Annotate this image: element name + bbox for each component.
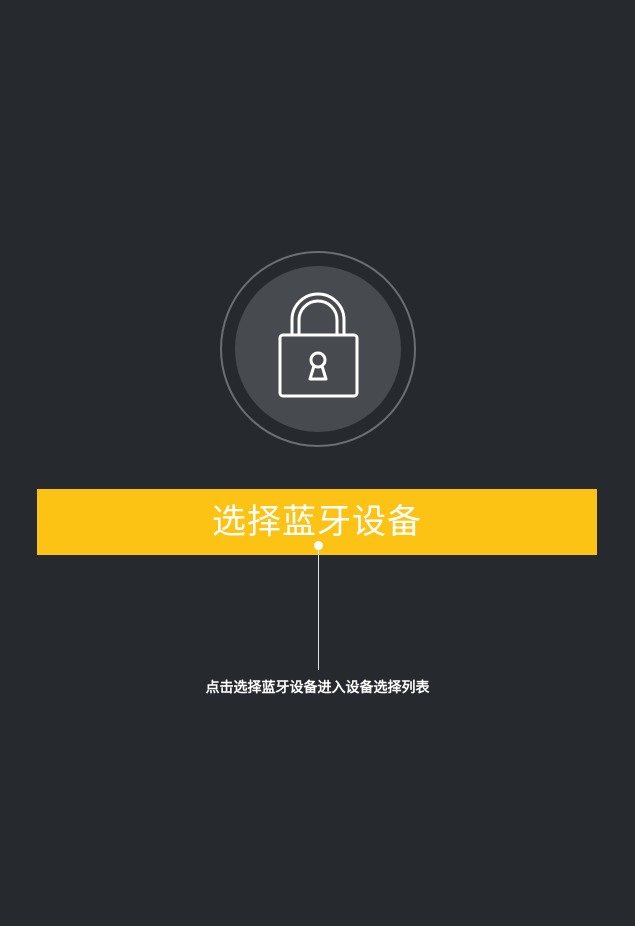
- connector-dot: [314, 541, 323, 550]
- hint-text: 点击选择蓝牙设备进入设备选择列表: [205, 680, 430, 696]
- connector-line: [318, 550, 319, 670]
- padlock-icon: [278, 292, 359, 398]
